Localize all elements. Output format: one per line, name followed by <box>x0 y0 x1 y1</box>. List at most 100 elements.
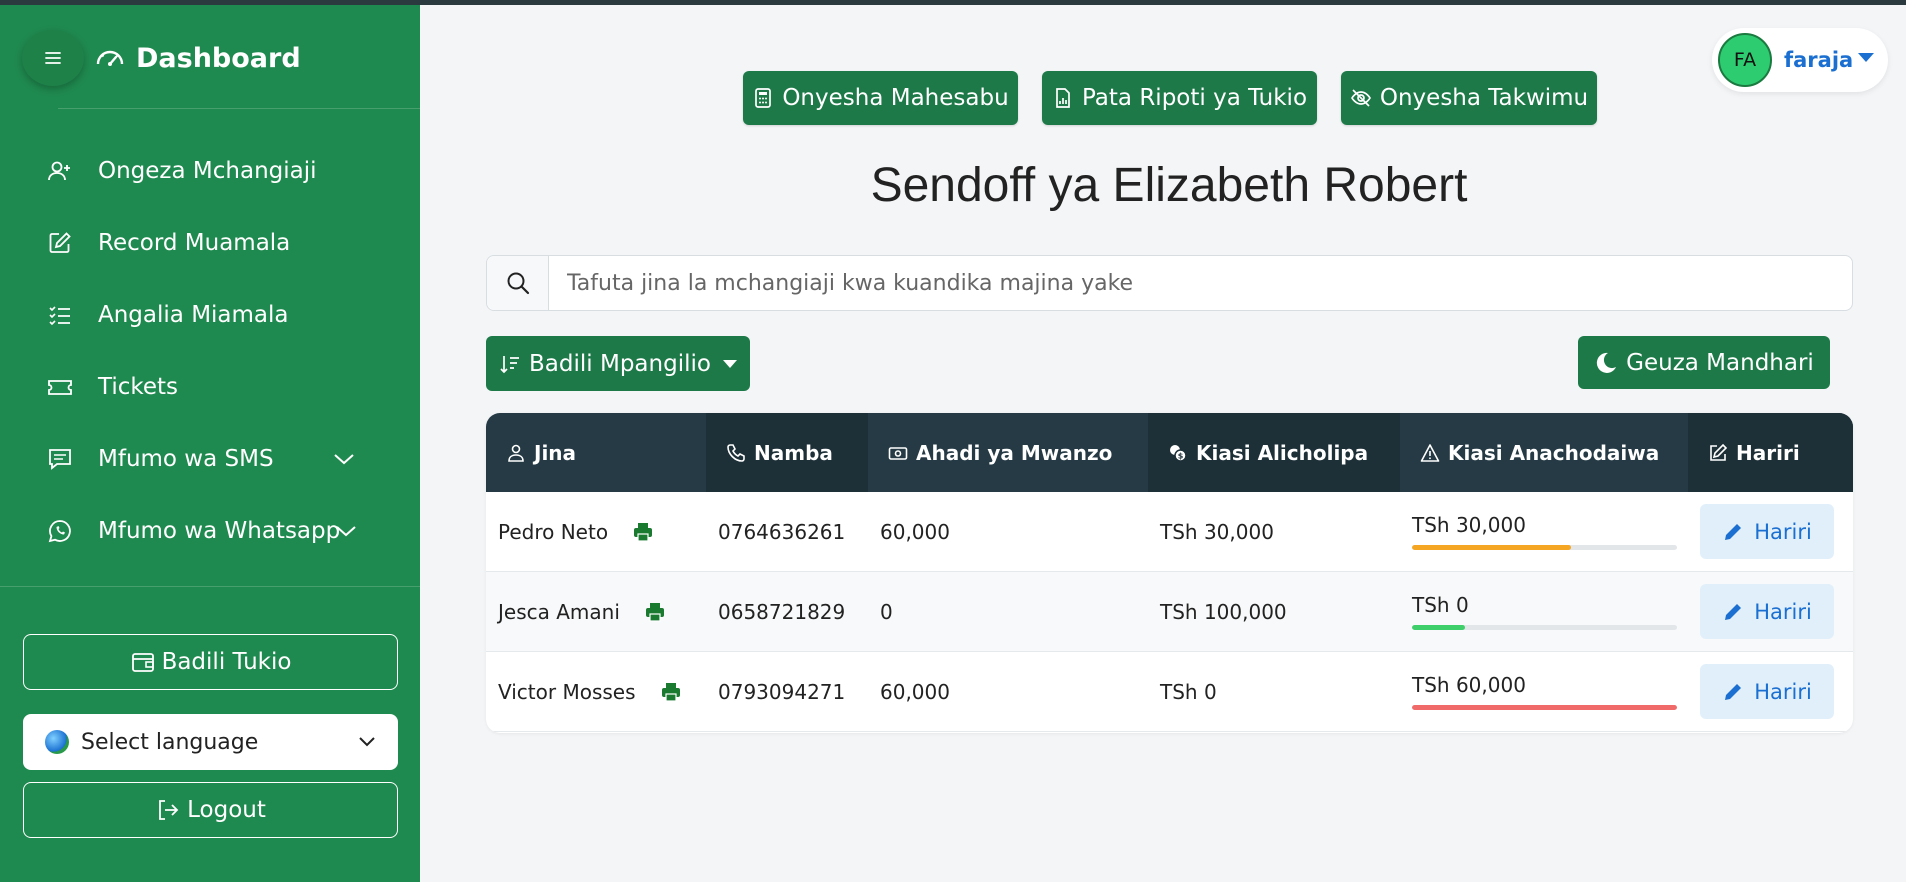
table-row: Victor Mosses 0793094271 60,000 TSh 0 TS… <box>486 652 1853 732</box>
globe-icon <box>45 730 69 754</box>
chevron-down-icon[interactable] <box>332 517 360 545</box>
owed-amount: TSh 60,000 <box>1412 673 1526 697</box>
hamburger-icon <box>45 52 61 64</box>
calculator-icon <box>755 88 772 108</box>
sidebar-item-label: Mfumo wa SMS <box>98 446 274 472</box>
cell-phone: 0793094271 <box>706 652 868 731</box>
eye-slash-icon <box>1350 89 1371 107</box>
pledge-amount: 60,000 <box>880 679 950 704</box>
column-header-phone[interactable]: Namba <box>706 413 868 492</box>
sidebar-item-view-transactions[interactable]: Angalia Miamala <box>0 279 420 351</box>
owed-amount: TSh 30,000 <box>1412 513 1526 537</box>
progress-bar <box>1412 705 1677 710</box>
show-calculations-button[interactable]: Onyesha Mahesabu <box>743 71 1018 125</box>
toggle-theme-button[interactable]: Geuza Mandhari <box>1578 336 1830 389</box>
chevron-down-icon[interactable] <box>330 445 358 473</box>
edit-label: Hariri <box>1754 599 1812 624</box>
cell-owed: TSh 60,000 <box>1400 652 1688 731</box>
show-stats-button[interactable]: Onyesha Takwimu <box>1341 71 1597 125</box>
ticket-icon <box>46 373 74 401</box>
table-row: Jesca Amani 0658721829 0 TSh 100,000 TSh… <box>486 572 1853 652</box>
printer-icon[interactable] <box>632 521 654 543</box>
column-header-pledge[interactable]: Ahadi ya Mwanzo <box>868 413 1148 492</box>
column-header-label: Namba <box>754 440 833 465</box>
printer-icon[interactable] <box>660 681 682 703</box>
top-strip <box>0 0 1906 5</box>
chat-text-icon <box>46 445 74 473</box>
sidebar-item-label: Record Muamala <box>98 230 291 256</box>
edit-button[interactable]: Hariri <box>1700 584 1834 639</box>
table-row: Pedro Neto 0764636261 60,000 TSh 30,000 … <box>486 492 1853 572</box>
column-header-label: Ahadi ya Mwanzo <box>916 440 1113 465</box>
column-header-edit: Hariri <box>1688 413 1853 492</box>
search-icon <box>487 256 549 310</box>
sidebar: Dashboard Ongeza Mchangiaji Record Muama… <box>0 0 420 882</box>
paid-amount: TSh 100,000 <box>1160 599 1287 624</box>
search-bar <box>486 255 1853 311</box>
column-header-label: Kiasi Anachodaiwa <box>1448 440 1660 465</box>
caret-down-icon <box>722 359 737 368</box>
phone-number: 0764636261 <box>718 519 846 544</box>
pledge-amount: 0 <box>880 599 893 624</box>
edit-label: Hariri <box>1754 679 1812 704</box>
switch-event-label: Badili Tukio <box>161 649 292 675</box>
event-report-button[interactable]: Pata Ripoti ya Tukio <box>1042 71 1317 125</box>
moon-icon <box>1597 352 1617 373</box>
sidebar-nav: Ongeza Mchangiaji Record Muamala Angalia… <box>0 135 420 567</box>
contributors-table: Jina Namba Ahadi ya Mwanzo $ Kiasi Alich… <box>486 413 1853 733</box>
edit-button[interactable]: Hariri <box>1700 664 1834 719</box>
progress-fill <box>1412 545 1571 550</box>
chevron-down-icon <box>359 737 375 747</box>
sidebar-item-record-transaction[interactable]: Record Muamala <box>0 207 420 279</box>
button-label: Geuza Mandhari <box>1626 349 1814 376</box>
search-input[interactable] <box>549 256 1852 310</box>
edit-icon <box>1710 443 1728 461</box>
language-select[interactable]: Select language <box>23 714 398 770</box>
button-label: Badili Mpangilio <box>529 350 711 377</box>
cell-phone: 0658721829 <box>706 572 868 651</box>
user-plus-icon <box>46 157 74 185</box>
whatsapp-icon <box>46 517 74 545</box>
cell-pledge: 60,000 <box>868 652 1148 731</box>
cell-paid: TSh 30,000 <box>1148 492 1400 571</box>
sidebar-item-label: Tickets <box>98 374 179 400</box>
phone-icon <box>727 443 745 462</box>
cell-pledge: 60,000 <box>868 492 1148 571</box>
menu-toggle-button[interactable] <box>22 30 84 86</box>
table-header: Jina Namba Ahadi ya Mwanzo $ Kiasi Alich… <box>486 413 1853 492</box>
divider <box>58 108 420 109</box>
contributor-name: Victor Mosses <box>498 679 636 704</box>
phone-number: 0658721829 <box>718 599 846 624</box>
sort-dropdown-button[interactable]: Badili Mpangilio <box>486 336 750 391</box>
sidebar-item-whatsapp[interactable]: Mfumo wa Whatsapp <box>0 495 420 567</box>
sidebar-item-sms[interactable]: Mfumo wa SMS <box>0 423 420 495</box>
edit-button[interactable]: Hariri <box>1700 504 1834 559</box>
language-select-value: Select language <box>81 729 259 755</box>
cell-paid: TSh 100,000 <box>1148 572 1400 651</box>
column-header-paid[interactable]: $ Kiasi Alicholipa <box>1148 413 1400 492</box>
divider <box>0 586 420 587</box>
pencil-icon <box>1725 683 1742 700</box>
logout-button[interactable]: Logout <box>23 782 398 838</box>
paid-amount: TSh 0 <box>1160 679 1217 704</box>
pencil-icon <box>1725 523 1742 540</box>
cell-name: Victor Mosses <box>486 652 706 731</box>
sidebar-item-add-contributor[interactable]: Ongeza Mchangiaji <box>0 135 420 207</box>
contributor-name: Jesca Amani <box>498 599 620 624</box>
pledge-amount: 60,000 <box>880 519 950 544</box>
owed-amount: TSh 0 <box>1412 593 1469 617</box>
switch-event-button[interactable]: Badili Tukio <box>23 634 398 690</box>
printer-icon[interactable] <box>644 601 666 623</box>
sidebar-title: Dashboard <box>136 42 301 74</box>
edit-label: Hariri <box>1754 519 1812 544</box>
column-header-owed[interactable]: Kiasi Anachodaiwa <box>1400 413 1688 492</box>
user-menu[interactable]: FA faraja <box>1712 28 1888 92</box>
column-header-name[interactable]: Jina <box>486 413 706 492</box>
cell-name: Pedro Neto <box>486 492 706 571</box>
pencil-icon <box>1725 603 1742 620</box>
cell-owed: TSh 30,000 <box>1400 492 1688 571</box>
sidebar-item-tickets[interactable]: Tickets <box>0 351 420 423</box>
progress-fill <box>1412 625 1465 630</box>
cell-edit: Hariri <box>1688 572 1853 651</box>
button-label: Pata Ripoti ya Tukio <box>1081 85 1308 111</box>
